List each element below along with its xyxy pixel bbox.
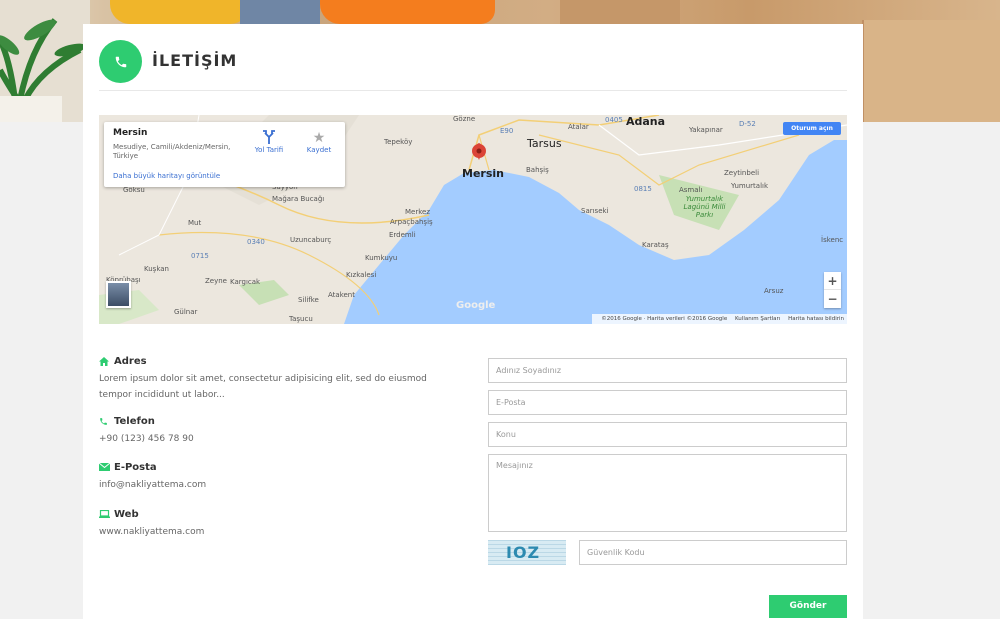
map-town-label: Mut	[188, 219, 202, 227]
map-zoom-control: + −	[824, 272, 841, 308]
map-town-label: Atakent	[328, 291, 355, 299]
address-block: Adres Lorem ipsum dolor sit amet, consec…	[99, 355, 459, 403]
phone-label: Telefon	[114, 415, 155, 427]
google-map[interactable]: 0340 0715 E90 0405 0815 D-52 Adana Mersi…	[99, 115, 847, 324]
map-town-label: Kuşkan	[144, 265, 169, 273]
map-city-label: Mersin	[462, 167, 504, 180]
map-town-label: Gözne	[453, 115, 476, 123]
contact-card: İLETİŞİM 0340 0715 E90 0405 0815 D-52 Ad…	[83, 24, 863, 619]
cardboard-box	[862, 20, 1000, 122]
road-label: 0405	[605, 116, 623, 124]
map-town-label: Yumurtalık	[731, 182, 769, 190]
map-town-label: Uzuncaburç	[290, 236, 332, 244]
person-shirt	[110, 0, 250, 24]
signin-label: Oturum açın	[791, 125, 833, 132]
phone-block: Telefon +90 (123) 456 78 90	[99, 415, 459, 447]
map-town-label: Göksu	[123, 186, 145, 194]
report-error-link[interactable]: Harita hatası bildirin	[788, 316, 844, 322]
zoom-in-button[interactable]: +	[824, 272, 841, 290]
directions-icon	[249, 130, 289, 146]
message-textarea[interactable]: Mesajınız	[488, 454, 847, 532]
laptop-icon	[99, 510, 114, 518]
map-info-card: Mersin Mesudiye, Camili/Akdeniz/Mersin, …	[104, 122, 345, 187]
submit-button[interactable]: Gönder	[769, 595, 847, 618]
map-place-name: Mersin	[113, 128, 148, 138]
phone-icon	[99, 417, 114, 426]
web-text: www.nakliyattema.com	[99, 527, 205, 537]
directions-button[interactable]: Yol Tarifi	[249, 130, 289, 154]
web-label: Web	[114, 508, 139, 520]
google-logo: Google	[456, 300, 496, 311]
map-town-label: Arpaçbahşiş	[390, 218, 433, 226]
map-city-label: Adana	[626, 115, 666, 128]
map-town-label: Sarıseki	[581, 207, 609, 215]
terms-link[interactable]: Kullanım Şartları	[735, 316, 780, 322]
email-block: E-Posta info@nakliyattema.com	[99, 461, 459, 493]
map-city-label: Tarsus	[527, 137, 562, 150]
person-jeans	[240, 0, 320, 24]
save-place-label: Kaydet	[306, 146, 332, 154]
directions-label: Yol Tarifi	[254, 146, 284, 154]
captcha-input[interactable]: Güvenlik Kodu	[579, 540, 847, 565]
larger-map-link[interactable]: Daha büyük haritayı görüntüle	[113, 172, 220, 180]
map-town-label: Gülnar	[174, 308, 198, 316]
map-town-label: İskenc	[821, 236, 844, 244]
map-town-label: Atalar	[568, 123, 589, 131]
home-icon	[99, 356, 114, 366]
road-label: E90	[500, 127, 514, 135]
web-block: Web www.nakliyattema.com	[99, 508, 459, 540]
map-signin-button[interactable]: Oturum açın	[783, 122, 841, 135]
person-shirt-orange	[320, 0, 495, 24]
road-label: D-52	[739, 120, 756, 128]
page-title: İLETİŞİM	[152, 51, 238, 70]
email-text: info@nakliyattema.com	[99, 480, 207, 490]
map-town-label: Merkez	[405, 208, 431, 216]
email-label: E-Posta	[114, 461, 157, 473]
save-place-button[interactable]: ★ Kaydet	[299, 130, 339, 154]
phone-icon	[115, 56, 126, 67]
road-label: 0715	[191, 252, 209, 260]
map-town-label: Mağara Bucağı	[272, 195, 325, 203]
map-town-label: Karataş	[642, 241, 669, 249]
map-town-label: Asmalı	[679, 186, 703, 194]
map-town-label: Zeytinbeli	[724, 169, 760, 177]
phone-badge	[99, 40, 142, 83]
map-park-label: Yumurtalık Lagünü Milli Parkı	[683, 195, 726, 219]
road-label: 0340	[247, 238, 265, 246]
map-town-label: Silifke	[298, 296, 319, 304]
map-town-label: Kargıcak	[230, 278, 261, 286]
phone-text: +90 (123) 456 78 90	[99, 434, 194, 444]
map-copyright: ©2016 Google · Harita verileri ©2016 Goo…	[601, 316, 728, 322]
address-text: Lorem ipsum dolor sit amet, consectetur …	[99, 374, 427, 400]
page-header: İLETİŞİM	[99, 40, 847, 91]
map-town-label: Zeyne	[205, 277, 227, 285]
road-label: 0815	[634, 185, 652, 193]
map-town-label: Erdemli	[389, 231, 416, 239]
star-icon: ★	[312, 130, 326, 146]
map-town-label: Kumkuyu	[365, 254, 398, 262]
email-input[interactable]: E-Posta	[488, 390, 847, 415]
map-town-label: Arsuz	[764, 287, 784, 295]
map-town-label: Bahşiş	[526, 166, 549, 174]
map-town-label: Taşucu	[289, 315, 313, 323]
map-town-label: Tepeköy	[384, 138, 413, 146]
map-town-label: Kızkalesi	[346, 271, 377, 279]
zoom-out-button[interactable]: −	[824, 290, 841, 308]
map-place-address: Mesudiye, Camili/Akdeniz/Mersin, Türkiye	[113, 143, 231, 160]
captcha-image: IOZ	[488, 540, 566, 565]
satellite-toggle[interactable]	[106, 281, 131, 308]
address-label: Adres	[114, 355, 147, 367]
map-town-label: Yakapınar	[689, 126, 723, 134]
plant-image	[0, 0, 90, 122]
map-attribution: ©2016 Google · Harita verileri ©2016 Goo…	[592, 314, 847, 324]
captcha-text: IOZ	[506, 543, 541, 562]
name-input[interactable]: Adınız Soyadınız	[488, 358, 847, 383]
subject-input[interactable]: Konu	[488, 422, 847, 447]
envelope-icon	[99, 463, 114, 471]
